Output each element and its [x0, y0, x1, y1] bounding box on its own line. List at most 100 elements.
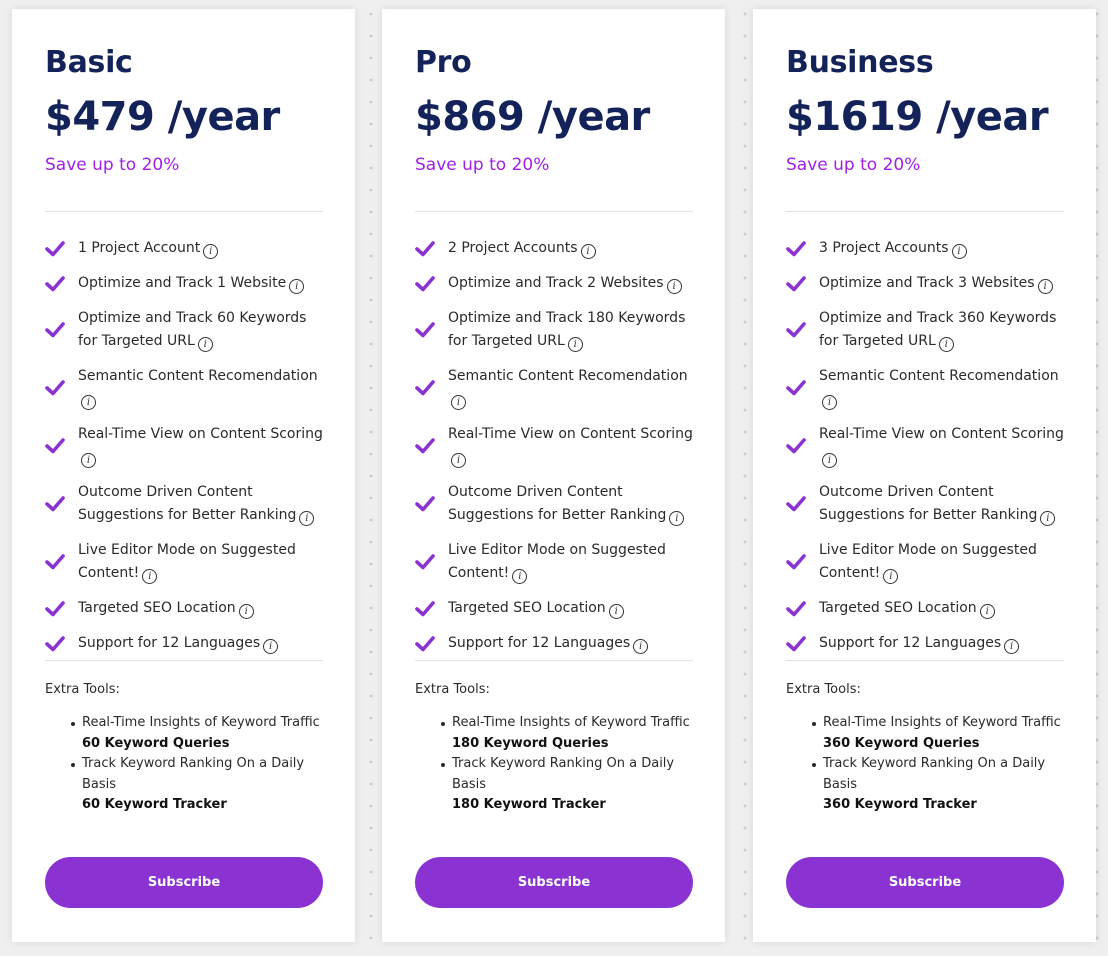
feature-text: Live Editor Mode on Suggested Content! i — [819, 539, 1071, 585]
check-icon — [45, 496, 65, 512]
check-icon — [415, 496, 435, 512]
feature-label: Semantic Content Recomendation — [78, 368, 318, 384]
info-icon[interactable]: i — [238, 604, 254, 619]
feature-item: Real-Time View on Content Scoring i — [786, 423, 1071, 469]
info-icon[interactable]: i — [289, 279, 305, 294]
info-icon[interactable]: i — [979, 604, 995, 619]
feature-item: Targeted SEO Location i — [786, 597, 1071, 620]
info-icon[interactable]: i — [822, 453, 837, 468]
feature-label: Optimize and Track 1 Website — [78, 275, 287, 291]
feature-text: Support for 12 Languages i — [448, 632, 649, 655]
info-icon[interactable]: i — [299, 511, 315, 526]
feature-text: Optimize and Track 360 Keywords for Targ… — [819, 307, 1071, 353]
feature-text: Outcome Driven Content Suggestions for B… — [448, 481, 700, 527]
extra-tool-item: Real-Time Insights of Keyword Traffic 60 … — [71, 713, 332, 754]
info-icon[interactable]: i — [451, 453, 466, 468]
info-icon[interactable]: i — [142, 569, 158, 584]
check-icon — [786, 496, 806, 512]
feature-text: Outcome Driven Content Suggestions for B… — [819, 481, 1071, 527]
feature-text: Semantic Content Recomendation i — [78, 365, 330, 411]
feature-label: Real-Time View on Content Scoring — [819, 426, 1064, 442]
pricing-card-basic: Basic $479 /year Save up to 20% 1 Projec… — [12, 9, 355, 942]
feature-item: Optimize and Track 2 Websites i — [415, 272, 700, 295]
divider — [786, 660, 1064, 661]
check-icon — [415, 380, 435, 396]
info-icon[interactable]: i — [203, 244, 219, 259]
info-icon[interactable]: i — [451, 395, 466, 410]
feature-text: Targeted SEO Location i — [819, 597, 995, 620]
info-icon[interactable]: i — [883, 569, 899, 584]
info-icon[interactable]: i — [81, 453, 96, 468]
feature-label: Live Editor Mode on Suggested Content! — [78, 542, 296, 581]
info-icon[interactable]: i — [951, 244, 967, 259]
extra-tool-item: Real-Time Insights of Keyword Traffic 360… — [812, 713, 1073, 754]
info-icon[interactable]: i — [197, 337, 213, 352]
feature-text: Outcome Driven Content Suggestions for B… — [78, 481, 330, 527]
plan-name: Basic — [45, 45, 133, 80]
info-icon[interactable]: i — [666, 279, 682, 294]
feature-text: Real-Time View on Content Scoring i — [819, 423, 1071, 469]
subscribe-button[interactable]: Subscribe — [45, 857, 323, 908]
info-icon[interactable]: i — [580, 244, 596, 259]
feature-text: Optimize and Track 3 Websites i — [819, 272, 1053, 295]
divider — [786, 211, 1064, 212]
feature-item: Outcome Driven Content Suggestions for B… — [786, 481, 1071, 527]
feature-text: Targeted SEO Location i — [448, 597, 624, 620]
info-icon[interactable]: i — [938, 337, 954, 352]
feature-list: 1 Project Account i Optimize and Track 1 W… — [45, 237, 330, 655]
info-icon[interactable]: i — [1037, 279, 1053, 294]
check-icon — [45, 635, 65, 651]
extra-tools-list: Real-Time Insights of Keyword Traffic 360… — [812, 713, 1073, 816]
plan-name: Pro — [415, 45, 472, 80]
feature-item: 1 Project Account i — [45, 237, 330, 260]
subscribe-button[interactable]: Subscribe — [786, 857, 1064, 908]
info-icon[interactable]: i — [1040, 511, 1056, 526]
check-icon — [45, 554, 65, 570]
check-icon — [786, 275, 806, 291]
extra-tools-list: Real-Time Insights of Keyword Traffic 60 … — [71, 713, 332, 816]
feature-label: 3 Project Accounts — [819, 240, 949, 256]
check-icon — [45, 438, 65, 454]
feature-text: Optimize and Track 2 Websites i — [448, 272, 682, 295]
info-icon[interactable]: i — [633, 639, 649, 654]
check-icon — [415, 322, 435, 338]
info-icon[interactable]: i — [608, 604, 624, 619]
feature-label: Optimize and Track 3 Websites — [819, 275, 1035, 291]
divider — [45, 660, 323, 661]
feature-text: Support for 12 Languages i — [819, 632, 1020, 655]
info-icon[interactable]: i — [81, 395, 96, 410]
feature-label: Outcome Driven Content Suggestions for B… — [78, 484, 297, 523]
feature-text: Optimize and Track 180 Keywords for Targ… — [448, 307, 700, 353]
feature-item: Optimize and Track 60 Keywords for Targe… — [45, 307, 330, 353]
feature-item: Live Editor Mode on Suggested Content! i — [45, 539, 330, 585]
check-icon — [786, 554, 806, 570]
feature-text: 3 Project Accounts i — [819, 237, 967, 260]
feature-label: Real-Time View on Content Scoring — [78, 426, 323, 442]
check-icon — [415, 275, 435, 291]
plan-price: $479 /year — [45, 94, 280, 140]
info-icon[interactable]: i — [512, 569, 528, 584]
extra-tool-quota: 360 Keyword Tracker — [823, 797, 977, 812]
info-icon[interactable]: i — [263, 639, 279, 654]
feature-label: Optimize and Track 60 Keywords for Targe… — [78, 310, 307, 349]
feature-item: Support for 12 Languages i — [786, 632, 1071, 655]
info-icon[interactable]: i — [1004, 639, 1020, 654]
feature-item: Live Editor Mode on Suggested Content! i — [786, 539, 1071, 585]
info-icon[interactable]: i — [567, 337, 583, 352]
extra-tool-text: Real-Time Insights of Keyword Traffic — [82, 715, 320, 730]
check-icon — [415, 635, 435, 651]
feature-item: 2 Project Accounts i — [415, 237, 700, 260]
check-icon — [786, 600, 806, 616]
feature-item: Semantic Content Recomendation i — [415, 365, 700, 411]
info-icon[interactable]: i — [822, 395, 837, 410]
feature-label: Real-Time View on Content Scoring — [448, 426, 693, 442]
info-icon[interactable]: i — [669, 511, 685, 526]
extra-tool-quota: 360 Keyword Queries — [823, 735, 980, 751]
feature-item: Optimize and Track 3 Websites i — [786, 272, 1071, 295]
feature-label: Outcome Driven Content Suggestions for B… — [448, 484, 667, 523]
feature-item: Optimize and Track 1 Website i — [45, 272, 330, 295]
feature-label: Live Editor Mode on Suggested Content! — [448, 542, 666, 581]
subscribe-button[interactable]: Subscribe — [415, 857, 693, 908]
feature-item: Targeted SEO Location i — [45, 597, 330, 620]
feature-label: Targeted SEO Location — [819, 600, 977, 616]
